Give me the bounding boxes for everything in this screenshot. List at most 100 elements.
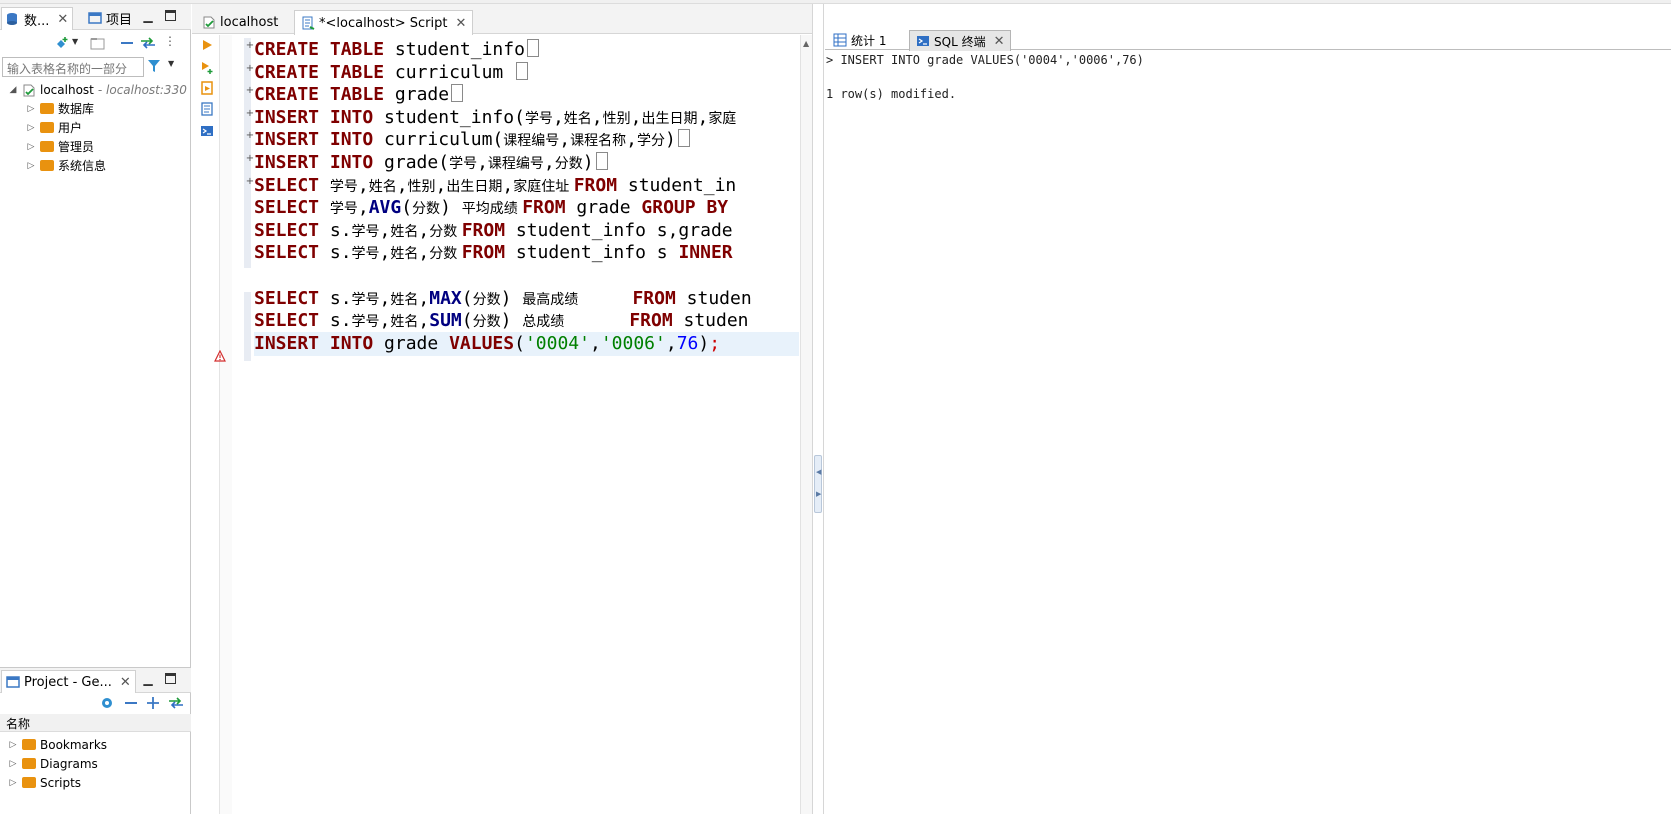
fold-expand-icon[interactable]: + xyxy=(245,40,255,51)
collapse-arrow-icon[interactable]: ◀ xyxy=(816,468,821,476)
code-line[interactable]: SELECT 学号,姓名,性别,出生日期,家庭住址 FROM student_i… xyxy=(254,174,736,198)
collapsed-arrow-icon[interactable]: ▷ xyxy=(26,161,36,171)
tree-item-administrators[interactable]: ▷ 管理员 xyxy=(26,137,94,156)
chevron-down-icon[interactable]: ▼ xyxy=(168,59,174,68)
execute-statement-icon[interactable] xyxy=(200,38,214,52)
collapsed-arrow-icon[interactable]: ▷ xyxy=(26,123,36,133)
code-line[interactable]: INSERT INTO grade VALUES('0004','0006',7… xyxy=(254,331,799,356)
collapsed-region-icon[interactable] xyxy=(677,129,690,148)
new-folder-icon[interactable] xyxy=(90,37,105,50)
code-token: 家庭 xyxy=(708,110,737,127)
expanded-arrow-icon[interactable]: ◢ xyxy=(8,85,18,95)
fold-expand-icon[interactable]: + xyxy=(245,130,255,141)
code-line[interactable]: SELECT s.学号,姓名,SUM(分数) 总成绩 FROM studen xyxy=(254,309,749,333)
code-token: , xyxy=(379,310,391,332)
project-item-diagrams[interactable]: ▷ Diagrams xyxy=(8,754,98,773)
collapsed-arrow-icon[interactable]: ▷ xyxy=(8,740,18,750)
code-line[interactable]: SELECT s.学号,姓名,MAX(分数) 最高成绩 FROM studen xyxy=(254,287,752,311)
tab-label: 数... xyxy=(24,13,50,29)
code-token: ( xyxy=(514,332,525,354)
tree-connection-localhost[interactable]: ◢ localhost - localhost:330 xyxy=(8,80,187,99)
chevron-down-icon[interactable]: ▼ xyxy=(72,37,86,49)
code-token: , xyxy=(591,106,603,128)
close-icon[interactable]: ✕ xyxy=(455,16,466,31)
code-line[interactable]: INSERT INTO student_info(学号,姓名,性别,出生日期,家… xyxy=(254,106,736,130)
link-with-editor-icon[interactable] xyxy=(168,696,184,713)
tab-statistics[interactable]: 统计 1 xyxy=(827,30,892,50)
code-line[interactable]: SELECT s.学号,姓名,分数 FROM student_info s IN… xyxy=(254,241,733,265)
expand-arrow-icon[interactable]: ▶ xyxy=(816,490,821,498)
tree-item-users[interactable]: ▷ 用户 xyxy=(26,118,82,137)
close-icon[interactable]: ✕ xyxy=(994,34,1005,49)
editor-vertical-scrollbar[interactable]: ▲ xyxy=(800,35,812,814)
tab-project[interactable]: 项目 xyxy=(84,7,136,29)
fold-expand-icon[interactable]: + xyxy=(245,63,255,74)
execute-script-icon[interactable] xyxy=(200,81,214,95)
splitter-handle[interactable]: ◀ ▶ xyxy=(814,455,822,513)
tab-database-navigator[interactable]: 数... ✕ xyxy=(1,7,74,30)
code-token: SELECT xyxy=(254,219,330,241)
tab-project-general[interactable]: Project - Ge... ✕ xyxy=(1,670,136,693)
collapsed-region-icon[interactable] xyxy=(595,152,608,170)
code-line[interactable]: INSERT INTO curriculum(课程编号,课程名称,学分) xyxy=(254,128,690,152)
sql-editor[interactable]: CREATE TABLE student_info CREATE TABLE cu… xyxy=(254,35,799,814)
close-icon[interactable]: ✕ xyxy=(57,12,68,27)
maximize-icon[interactable] xyxy=(164,10,176,22)
explain-plan-icon[interactable] xyxy=(200,102,214,116)
fold-expand-icon[interactable]: + xyxy=(245,176,255,187)
terminal-icon[interactable] xyxy=(200,124,214,138)
code-line[interactable]: CREATE TABLE curriculum xyxy=(254,61,529,85)
execute-statement-new-tab-icon[interactable] xyxy=(200,60,214,74)
collapsed-arrow-icon[interactable]: ▷ xyxy=(26,104,36,114)
code-token: SELECT xyxy=(254,310,330,332)
minimize-icon[interactable]: ▁ xyxy=(142,673,154,685)
settings-gear-icon[interactable] xyxy=(100,696,114,713)
collapsed-arrow-icon[interactable]: ▷ xyxy=(8,759,18,769)
editor-line-gutter xyxy=(220,35,232,814)
code-line[interactable]: SELECT s.学号,姓名,分数 FROM student_info s,gr… xyxy=(254,219,733,243)
code-line[interactable]: SELECT 学号,AVG(分数) 平均成绩 FROM grade GROUP … xyxy=(254,196,728,220)
expand-all-icon[interactable] xyxy=(146,696,160,713)
minimize-icon[interactable]: ▁ xyxy=(142,10,154,22)
maximize-icon[interactable] xyxy=(164,673,176,685)
tab-localhost[interactable]: localhost xyxy=(196,10,284,34)
collapsed-region-icon[interactable] xyxy=(451,84,464,103)
tab-sql-terminal[interactable]: SQL 终端 ✕ xyxy=(909,30,1012,51)
more-icon[interactable]: ⋮ xyxy=(164,34,178,48)
collapsed-arrow-icon[interactable]: ▷ xyxy=(8,778,18,788)
close-icon[interactable]: ✕ xyxy=(120,675,131,690)
fold-expand-icon[interactable]: + xyxy=(245,108,255,119)
new-connection-icon[interactable] xyxy=(54,37,68,49)
project-column-header[interactable]: 名称 xyxy=(0,714,191,732)
code-token: , xyxy=(697,106,709,128)
code-token: ) xyxy=(500,287,523,309)
project-item-scripts[interactable]: ▷ Scripts xyxy=(8,773,82,792)
collapse-all-icon[interactable] xyxy=(124,696,138,713)
admin-folder-icon xyxy=(40,141,54,152)
collapse-all-icon[interactable] xyxy=(120,37,134,49)
tree-item-databases[interactable]: ▷ 数据库 xyxy=(26,99,94,118)
code-token: 学分 xyxy=(636,133,665,150)
tree-item-system-info[interactable]: ▷ 系统信息 xyxy=(26,156,106,175)
code-token: 课程编号 xyxy=(503,133,560,150)
code-token: 平均成绩 xyxy=(461,201,523,218)
fold-expand-icon[interactable]: + xyxy=(245,153,255,164)
code-token: 分数 xyxy=(429,223,462,240)
code-line[interactable]: CREATE TABLE student_info xyxy=(254,38,539,62)
code-line[interactable]: INSERT INTO grade(学号,课程编号,分数) xyxy=(254,151,608,175)
collapsed-region-icon[interactable] xyxy=(526,39,539,57)
filter-icon[interactable] xyxy=(146,58,166,76)
code-token: ( xyxy=(461,310,473,332)
link-with-editor-icon[interactable] xyxy=(140,37,155,49)
scroll-up-icon[interactable]: ▲ xyxy=(803,39,809,48)
editor-results-splitter[interactable] xyxy=(812,4,824,814)
tab-script[interactable]: *<localhost> Script ✕ xyxy=(294,10,474,35)
collapsed-arrow-icon[interactable]: ▷ xyxy=(26,142,36,152)
code-token: ( xyxy=(401,197,413,219)
table-name-filter-input[interactable]: 输入表格名称的一部分 xyxy=(2,57,144,77)
code-token: ( xyxy=(461,287,473,309)
project-item-bookmarks[interactable]: ▷ Bookmarks xyxy=(8,735,108,754)
fold-expand-icon[interactable]: + xyxy=(245,85,255,96)
collapsed-region-icon[interactable] xyxy=(516,61,529,80)
code-line[interactable]: CREATE TABLE grade xyxy=(254,83,464,107)
